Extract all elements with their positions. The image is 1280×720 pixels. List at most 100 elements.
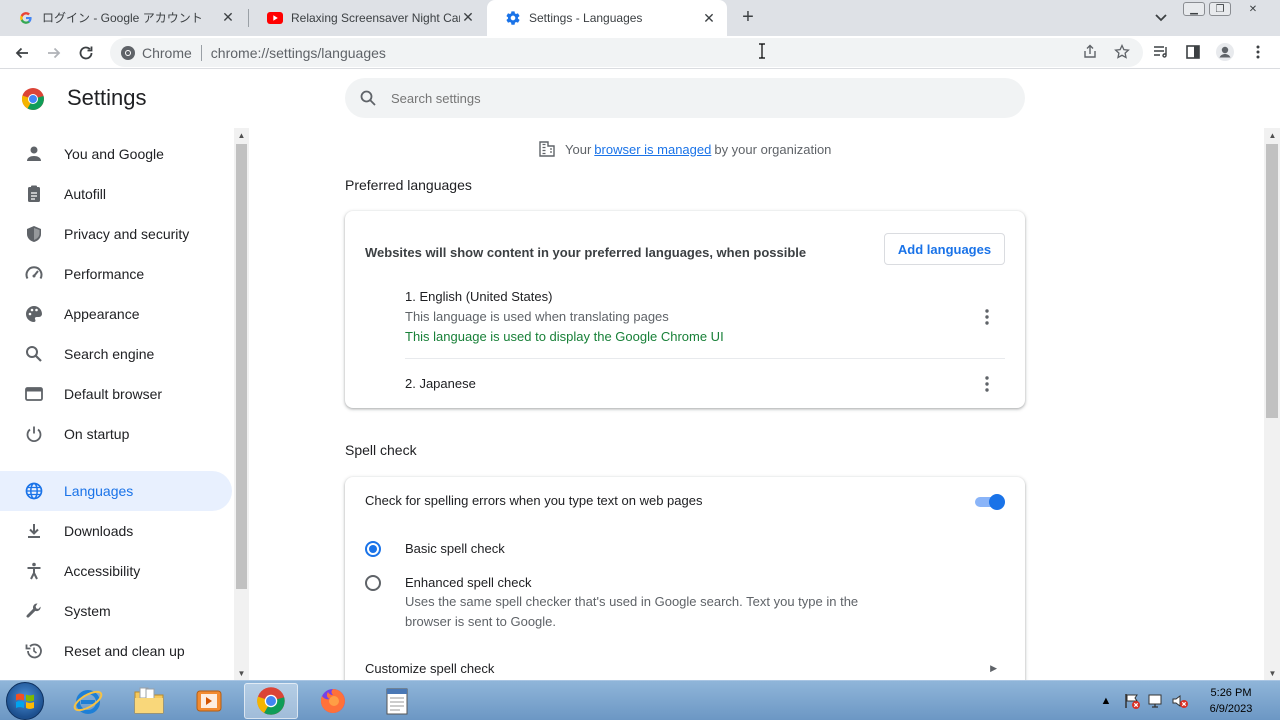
power-icon xyxy=(24,424,44,444)
scroll-down-arrow-icon[interactable]: ▼ xyxy=(1265,666,1280,680)
chevron-right-icon[interactable]: ▶ xyxy=(990,663,997,674)
person-icon xyxy=(24,144,44,164)
forward-button[interactable] xyxy=(41,40,67,66)
url-text: chrome://settings/languages xyxy=(210,44,386,61)
profile-avatar-icon[interactable] xyxy=(1213,40,1237,64)
action-center-flag-icon[interactable] xyxy=(1121,681,1143,720)
settings-search[interactable] xyxy=(345,78,1025,118)
download-icon xyxy=(24,521,44,541)
new-tab-button[interactable]: + xyxy=(737,6,759,28)
sidebar-item-languages[interactable]: Languages xyxy=(0,471,232,511)
preferred-languages-description: Websites will show content in your prefe… xyxy=(365,245,807,260)
site-chip-label: Chrome xyxy=(142,44,192,61)
language-ui-note: This language is used to display the Goo… xyxy=(405,329,724,344)
restore-button[interactable]: ❐ xyxy=(1209,2,1231,16)
basic-spell-check-radio[interactable] xyxy=(365,541,381,557)
more-options-icon[interactable] xyxy=(979,374,995,394)
enhanced-spell-check-description: Uses the same spell checker that's used … xyxy=(405,594,859,629)
side-panel-icon[interactable] xyxy=(1181,40,1205,64)
sidebar-item-search-engine[interactable]: Search engine xyxy=(0,334,232,374)
sidebar-item-on-startup[interactable]: On startup xyxy=(0,414,232,454)
minimize-button[interactable]: ▁ xyxy=(1183,2,1205,16)
language-divider xyxy=(405,358,1005,359)
bookmark-star-icon[interactable] xyxy=(1110,40,1134,64)
page-title: Settings xyxy=(67,85,147,110)
language-name: 2. Japanese xyxy=(405,376,476,391)
back-button[interactable] xyxy=(9,40,35,66)
system-clock[interactable]: 5:26 PM 6/9/2023 xyxy=(1196,685,1266,717)
sidebar-item-privacy-and-security[interactable]: Privacy and security xyxy=(0,214,232,254)
customize-spell-check-label[interactable]: Customize spell check xyxy=(365,661,494,676)
sidebar-item-label: You and Google xyxy=(64,146,164,162)
firefox-icon[interactable] xyxy=(306,683,360,719)
tab-google-login[interactable]: ログイン - Google アカウント ✕ xyxy=(0,0,246,35)
sidebar-item-reset-and-clean-up[interactable]: Reset and clean up xyxy=(0,631,232,671)
text-cursor-icon xyxy=(758,43,766,59)
volume-muted-icon[interactable] xyxy=(1169,681,1191,720)
sidebar-item-autofill[interactable]: Autofill xyxy=(0,174,232,214)
close-tab-icon[interactable]: ✕ xyxy=(220,9,236,26)
tab-search-chevron-icon[interactable] xyxy=(1152,8,1170,26)
sidebar-item-performance[interactable]: Performance xyxy=(0,254,232,294)
close-tab-icon[interactable]: ✕ xyxy=(701,10,717,26)
sidebar-item-accessibility[interactable]: Accessibility xyxy=(0,551,232,591)
close-tab-icon[interactable]: ✕ xyxy=(460,9,476,26)
add-languages-button[interactable]: Add languages xyxy=(884,233,1005,265)
share-icon[interactable] xyxy=(1078,40,1102,64)
search-input[interactable] xyxy=(391,90,951,106)
reload-button[interactable] xyxy=(73,40,99,66)
clock-time: 5:26 PM xyxy=(1210,687,1252,699)
sidebar-item-downloads[interactable]: Downloads xyxy=(0,511,232,551)
sidebar-item-label: System xyxy=(64,603,111,619)
browser-toolbar: Chrome chrome://settings/languages xyxy=(0,36,1280,69)
internet-explorer-icon[interactable] xyxy=(61,683,115,719)
speedometer-icon xyxy=(24,264,44,284)
scrollbar-thumb[interactable] xyxy=(1266,144,1278,418)
site-info-chip[interactable]: Chrome xyxy=(120,45,192,61)
network-icon[interactable] xyxy=(1145,681,1167,720)
sidebar-item-label: Performance xyxy=(64,266,145,282)
close-window-button[interactable]: ✕ xyxy=(1242,2,1264,16)
settings-gear-icon xyxy=(505,10,521,26)
chrome-icon[interactable] xyxy=(244,683,298,719)
browser-managed-link[interactable]: browser is managed xyxy=(594,142,711,157)
sidebar-item-you-and-google[interactable]: You and Google xyxy=(0,134,232,174)
scroll-up-arrow-icon[interactable]: ▲ xyxy=(1265,128,1280,142)
windows-logo-icon xyxy=(16,693,34,709)
scroll-down-arrow-icon[interactable]: ▼ xyxy=(234,666,249,680)
sidebar-item-label: Search engine xyxy=(64,346,155,362)
address-bar[interactable]: Chrome chrome://settings/languages xyxy=(110,38,1143,67)
notepad-icon[interactable] xyxy=(370,683,424,719)
start-button[interactable] xyxy=(6,682,44,720)
managed-suffix: by your organization xyxy=(714,141,832,157)
show-hidden-icons-chevron-icon[interactable]: ▲ xyxy=(1098,681,1114,720)
omnibox-separator xyxy=(200,44,202,61)
media-player-icon[interactable] xyxy=(182,683,236,719)
sidebar-item-appearance[interactable]: Appearance xyxy=(0,294,232,334)
tab-youtube[interactable]: Relaxing Screensaver Night Car S ✕ xyxy=(249,0,486,35)
accessibility-icon xyxy=(24,561,44,581)
sidebar-item-system[interactable]: System xyxy=(0,591,232,631)
sidebar-item-label: Default browser xyxy=(64,386,163,402)
file-explorer-icon[interactable] xyxy=(122,683,176,719)
tab-settings-languages[interactable]: Settings - Languages ✕ xyxy=(487,0,727,36)
sidebar-item-label: Accessibility xyxy=(64,563,141,579)
scroll-up-arrow-icon[interactable]: ▲ xyxy=(234,128,249,142)
sidebar-item-label: Autofill xyxy=(64,186,107,202)
chrome-logo-icon xyxy=(121,45,135,60)
youtube-icon xyxy=(267,10,283,26)
language-name: 1. English (United States) xyxy=(405,289,553,304)
shield-icon xyxy=(24,224,44,244)
enhanced-spell-check-radio[interactable] xyxy=(365,575,381,591)
sidebar-item-default-browser[interactable]: Default browser xyxy=(0,374,232,414)
enhanced-spell-check-label: Enhanced spell check xyxy=(405,575,532,590)
more-options-icon[interactable] xyxy=(979,307,995,327)
scrollbar-thumb[interactable] xyxy=(236,144,247,589)
basic-spell-check-label: Basic spell check xyxy=(405,541,505,556)
spell-check-toggle[interactable] xyxy=(975,494,1005,510)
page-scrollbar[interactable]: ▲ ▼ xyxy=(1264,128,1280,680)
chrome-menu-icon[interactable] xyxy=(1246,40,1270,64)
sidebar-item-label: On startup xyxy=(64,426,130,442)
reading-list-icon[interactable] xyxy=(1149,40,1173,64)
sidebar-scrollbar[interactable]: ▲ ▼ xyxy=(234,128,249,680)
